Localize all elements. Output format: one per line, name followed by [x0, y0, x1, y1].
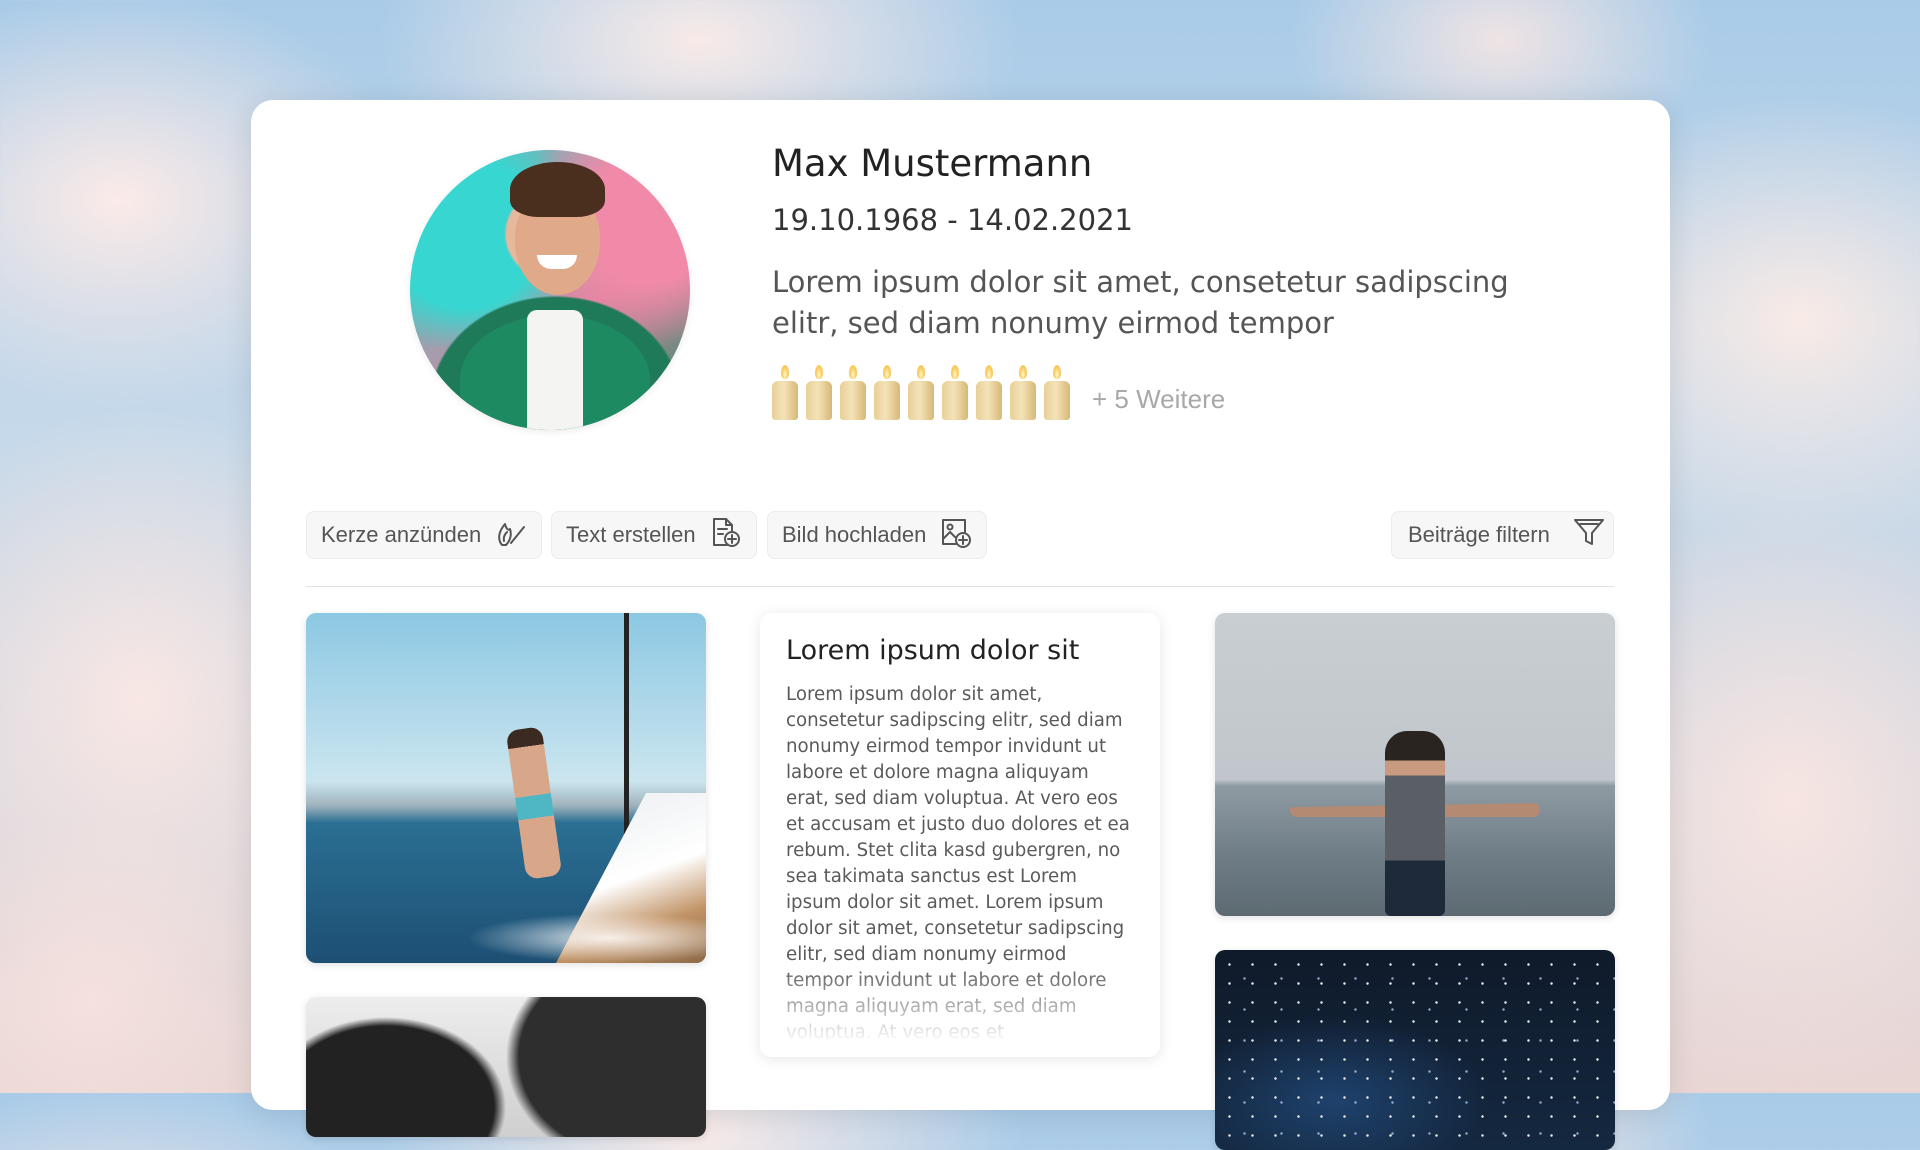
- candle-flame: [1053, 365, 1061, 379]
- post-fade-overlay: [760, 967, 1160, 1057]
- candle-body: [976, 381, 1002, 420]
- avatar-hair: [510, 162, 605, 217]
- profile-name: Max Mustermann: [772, 142, 1093, 185]
- profile-intro: Lorem ipsum dolor sit amet, consetetur s…: [772, 265, 1509, 340]
- profile-avatar: [410, 150, 690, 430]
- candle-body: [1044, 381, 1070, 420]
- candle-flame: [951, 365, 959, 379]
- toolbar-divider: [306, 586, 1614, 587]
- document-plus-icon: [708, 515, 742, 555]
- wave-foam: [466, 913, 706, 963]
- candle-icon: [976, 365, 1002, 420]
- candle-flame: [883, 365, 891, 379]
- candle-body: [908, 381, 934, 420]
- avatar-tshirt: [527, 310, 583, 430]
- candle-body: [772, 381, 798, 420]
- candle-icon: [1010, 365, 1036, 420]
- create-text-label: Text erstellen: [566, 522, 696, 547]
- light-candle-button[interactable]: Kerze anzünden: [306, 511, 543, 559]
- candle-flame: [815, 365, 823, 379]
- candle-flame: [849, 365, 857, 379]
- candle-body: [806, 381, 832, 420]
- man-on-boat: [505, 726, 563, 880]
- candle-flame: [985, 365, 993, 379]
- post-title: Lorem ipsum dolor sit: [786, 635, 1080, 666]
- candle-body: [840, 381, 866, 420]
- sea-photo[interactable]: [1215, 613, 1615, 916]
- candle-icon: [840, 365, 866, 420]
- candle-icon: [874, 365, 900, 420]
- stars: [1215, 950, 1615, 1150]
- night-sky-photo[interactable]: [1215, 950, 1615, 1150]
- profile-dates: 19.10.1968 - 14.02.2021: [772, 203, 1133, 237]
- filter-posts-label: Beiträge filtern: [1408, 522, 1550, 547]
- sailing-photo[interactable]: [306, 613, 706, 963]
- candle-flame-icon: [493, 515, 527, 555]
- funnel-icon: [1572, 515, 1606, 555]
- filter-posts-button[interactable]: Beiträge filtern: [1391, 511, 1614, 559]
- light-candle-label: Kerze anzünden: [321, 522, 482, 547]
- man-in-sea: [1385, 731, 1445, 916]
- more-candles-link[interactable]: + 5 Weitere: [1092, 384, 1225, 415]
- text-post-card[interactable]: Lorem ipsum dolor sit Lorem ipsum dolor …: [760, 613, 1160, 1057]
- upload-image-label: Bild hochladen: [782, 522, 927, 547]
- candle-body: [1010, 381, 1036, 420]
- create-text-button[interactable]: Text erstellen: [551, 511, 757, 559]
- candle-icon: [908, 365, 934, 420]
- image-plus-icon: [938, 515, 972, 555]
- candle-flame: [1019, 365, 1027, 379]
- candle-icon: [772, 365, 798, 420]
- candle-row: [772, 365, 1070, 420]
- candle-flame: [781, 365, 789, 379]
- candle-body: [942, 381, 968, 420]
- candle-icon: [942, 365, 968, 420]
- candle-flame: [917, 365, 925, 379]
- portrait-photo[interactable]: [306, 997, 706, 1137]
- candle-icon: [806, 365, 832, 420]
- candle-body: [874, 381, 900, 420]
- upload-image-button[interactable]: Bild hochladen: [767, 511, 988, 559]
- candle-icon: [1044, 365, 1070, 420]
